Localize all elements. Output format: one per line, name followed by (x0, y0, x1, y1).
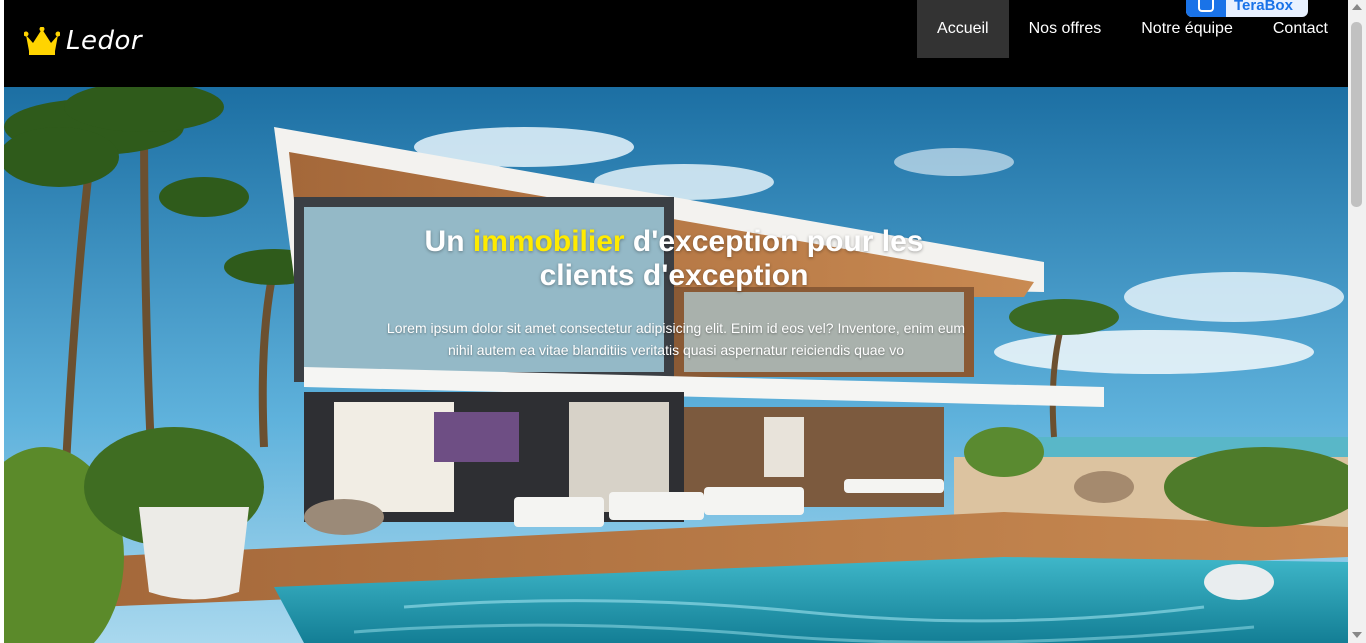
header: Ledor TeraBox Accueil Nos offres Notre é… (4, 0, 1348, 87)
main-nav: Accueil Nos offres Notre équipe Contact (917, 0, 1348, 58)
nav-item-accueil[interactable]: Accueil (917, 0, 1009, 58)
brand-name: Ledor (66, 26, 143, 56)
page: Ledor TeraBox Accueil Nos offres Notre é… (4, 0, 1348, 643)
logo[interactable]: Ledor (24, 24, 142, 58)
nav-item-nos-offres[interactable]: Nos offres (1009, 0, 1122, 58)
page-scrollbar[interactable] (1348, 0, 1366, 643)
hero-description: Lorem ipsum dolor sit amet consectetur a… (386, 320, 966, 358)
crown-icon (24, 27, 60, 55)
scroll-up-arrow-icon[interactable] (1352, 4, 1362, 10)
scroll-thumb[interactable] (1351, 22, 1362, 207)
nav-item-contact[interactable]: Contact (1253, 0, 1348, 58)
scroll-down-arrow-icon[interactable] (1352, 632, 1362, 638)
hero-title-before: Un (424, 225, 473, 258)
hero-section: Un immobilier d'exception pour les clien… (4, 87, 1348, 643)
hero-title: Un immobilier d'exception pour les clien… (374, 225, 974, 293)
nav-item-notre-equipe[interactable]: Notre équipe (1121, 0, 1253, 58)
hero-background-image (4, 87, 1348, 643)
hero-title-highlight: immobilier (472, 225, 625, 258)
